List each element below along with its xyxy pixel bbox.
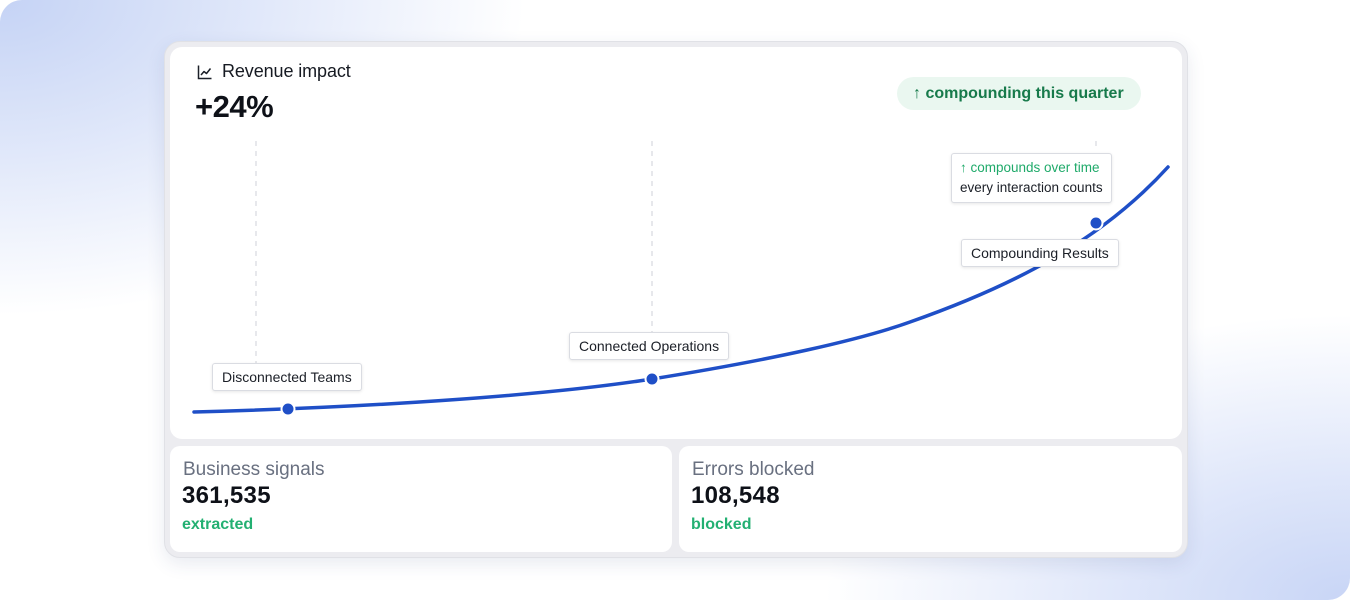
card-subtitle: blocked	[691, 516, 752, 533]
card-subtitle: extracted	[182, 516, 254, 533]
point-connected[interactable]	[644, 371, 660, 387]
note-trend: ↑ compounds over time	[960, 160, 1100, 175]
label-disconnected-teams: Disconnected Teams	[212, 363, 362, 391]
point-compounding[interactable]	[1088, 215, 1104, 231]
card-label: Business signals	[183, 459, 325, 480]
compounding-badge: ↑ compounding this quarter	[897, 77, 1141, 110]
panel-title: Revenue impact	[222, 61, 351, 81]
line-chart-icon	[197, 65, 212, 79]
revenue-value: +24%	[195, 89, 274, 124]
label-connected-operations: Connected Operations	[569, 332, 730, 360]
panel-header: Revenue impact	[197, 61, 351, 82]
revenue-impact-panel: Revenue impact +24% ↑ compounding this q…	[170, 47, 1182, 439]
errors-blocked-card: Errors blocked 108,548 blocked	[679, 446, 1182, 552]
point-disconnected[interactable]	[280, 401, 296, 417]
card-value: 108,548	[691, 482, 780, 509]
label-compounding-results: Compounding Results	[961, 239, 1119, 267]
card-value: 361,535	[182, 482, 271, 509]
compounds-note: ↑ compounds over time every interaction …	[951, 153, 1112, 203]
note-detail: every interaction counts	[960, 180, 1103, 195]
business-signals-card: Business signals 361,535 extracted	[170, 446, 672, 552]
badge-text: ↑ compounding this quarter	[913, 84, 1124, 102]
card-label: Errors blocked	[692, 459, 815, 480]
